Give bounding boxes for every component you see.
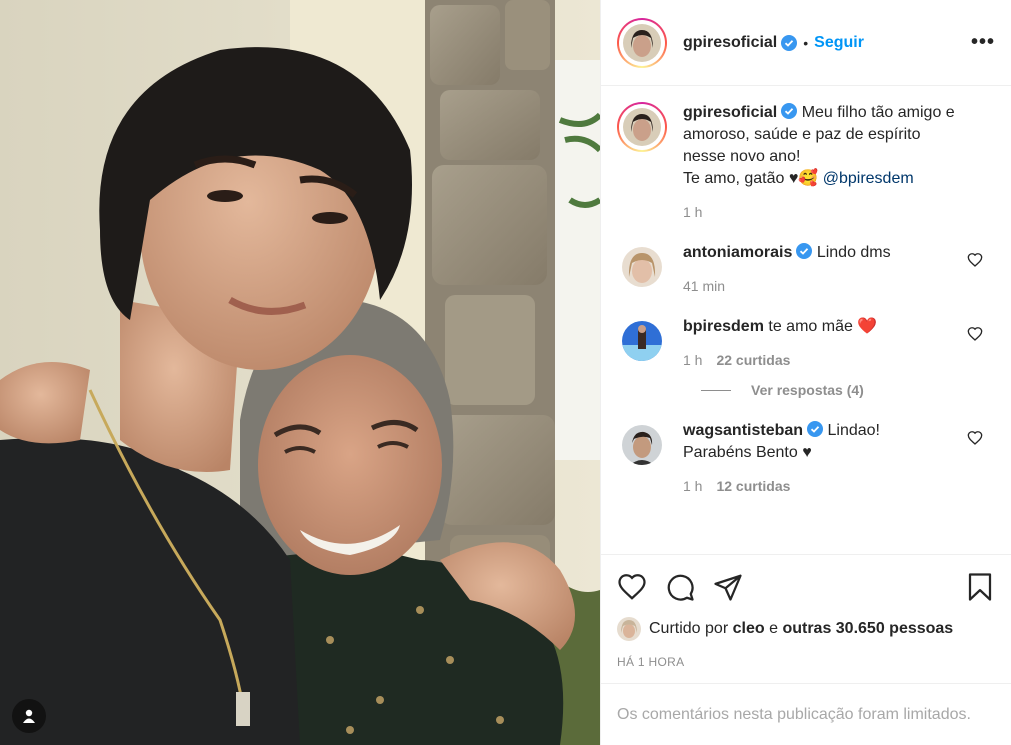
action-icons-row: [617, 569, 995, 605]
post-header: gpiresoficial • Seguir •••: [601, 0, 1011, 86]
comment-body-line-1: Lindao!: [827, 422, 880, 439]
view-replies-button[interactable]: Ver respostas (4): [701, 382, 995, 398]
post-photo[interactable]: [0, 0, 600, 745]
comment-meta: 1 h 22 curtidas: [683, 352, 965, 368]
comment-meta: 1 h 12 curtidas: [683, 478, 965, 494]
comment-like-heart-icon[interactable]: [967, 430, 983, 446]
commenter-avatar[interactable]: [622, 425, 662, 465]
caption-meta: 1 h: [683, 204, 987, 220]
comment-text: bpiresdem te amo mãe ❤️: [683, 316, 965, 338]
post-caption: gpiresoficial Meu filho tão amigo e amor…: [617, 102, 995, 220]
comment-like-heart-icon[interactable]: [967, 326, 983, 342]
comment-likes-count[interactable]: 22 curtidas: [716, 352, 790, 368]
share-icon: [714, 574, 742, 601]
caption-line-2: amoroso, saúde e paz de espírito: [683, 126, 921, 143]
comment-time[interactable]: 1 h: [683, 352, 702, 368]
verified-icon: [781, 34, 798, 51]
comment-text: antoniamorais Lindo dms: [683, 242, 965, 264]
comment-item: antoniamorais Lindo dms 41 min: [617, 242, 995, 294]
comments-limited-notice: Os comentários nesta publicação foram li…: [601, 683, 1011, 745]
verified-icon: [807, 421, 824, 437]
comment-body: Lindo dms: [816, 244, 891, 261]
heart-icon: [618, 574, 646, 600]
separator-dot: •: [803, 34, 809, 51]
author-username[interactable]: gpiresoficial: [683, 34, 777, 52]
caption-avatar-image: [623, 108, 661, 146]
commenter-avatar[interactable]: [622, 247, 662, 287]
caption-line-4: Te amo, gatão ♥🥰: [683, 170, 823, 187]
caption-author-avatar[interactable]: [617, 102, 667, 152]
comment-button[interactable]: [665, 572, 695, 602]
follow-button[interactable]: Seguir: [814, 34, 864, 52]
author-avatar[interactable]: [617, 17, 667, 68]
post-side-panel: gpiresoficial • Seguir ••• gpiresoficial…: [600, 0, 1011, 745]
like-button[interactable]: [617, 572, 647, 602]
verified-icon: [781, 103, 798, 119]
view-replies-label: Ver respostas (4): [751, 382, 864, 398]
comment-like-heart-icon[interactable]: [967, 252, 983, 268]
post-actions: Curtido por cleo e outras 30.650 pessoas…: [601, 554, 1011, 669]
likes-summary: Curtido por cleo e outras 30.650 pessoas: [617, 617, 995, 641]
bookmark-icon: [968, 573, 992, 601]
replies-divider-line: [701, 389, 731, 391]
liker-username[interactable]: cleo: [733, 620, 765, 638]
user-tag-button[interactable]: [12, 699, 46, 733]
comment-username[interactable]: bpiresdem: [683, 318, 764, 335]
comment-username[interactable]: antoniamorais: [683, 244, 792, 261]
more-options-icon[interactable]: •••: [971, 31, 995, 54]
commenter-avatar[interactable]: [622, 321, 662, 361]
caption-text: gpiresoficial Meu filho tão amigo e amor…: [683, 102, 987, 190]
photo-illustration: [0, 0, 600, 745]
comment-icon: [667, 574, 694, 601]
caption-time[interactable]: 1 h: [683, 204, 702, 220]
comment-time[interactable]: 41 min: [683, 278, 725, 294]
save-button[interactable]: [965, 572, 995, 602]
share-button[interactable]: [713, 572, 743, 602]
comments-list[interactable]: gpiresoficial Meu filho tão amigo e amor…: [601, 86, 1011, 554]
post-timestamp[interactable]: HÁ 1 HORA: [617, 655, 995, 669]
comment-meta: 41 min: [683, 278, 965, 294]
likes-middle: e: [769, 620, 778, 637]
user-tag-icon: [23, 709, 35, 723]
verified-icon: [796, 243, 813, 259]
comment-body: te amo mãe ❤️: [768, 318, 878, 335]
comment-body-line-2: Parabéns Bento ♥: [683, 444, 812, 461]
comment-likes-count[interactable]: 12 curtidas: [716, 478, 790, 494]
post-viewer: gpiresoficial • Seguir ••• gpiresoficial…: [0, 0, 1011, 745]
liker-avatar[interactable]: [617, 617, 641, 641]
comment-username[interactable]: wagsantisteban: [683, 422, 803, 439]
comment-text: wagsantisteban Lindao! Parabéns Bento ♥: [683, 420, 965, 464]
caption-mention-link[interactable]: @bpiresdem: [823, 170, 914, 187]
caption-username[interactable]: gpiresoficial: [683, 104, 777, 121]
likes-others-link[interactable]: outras 30.650 pessoas: [782, 620, 953, 638]
likes-prefix: Curtido por: [649, 620, 729, 637]
comment-time[interactable]: 1 h: [683, 478, 702, 494]
caption-line-3: nesse novo ano!: [683, 148, 801, 165]
comment-item: wagsantisteban Lindao! Parabéns Bento ♥ …: [617, 420, 995, 494]
author-avatar-image: [623, 23, 661, 62]
caption-line-1: Meu filho tão amigo e: [801, 104, 955, 121]
comment-item: bpiresdem te amo mãe ❤️ 1 h 22 curtidas: [617, 316, 995, 368]
